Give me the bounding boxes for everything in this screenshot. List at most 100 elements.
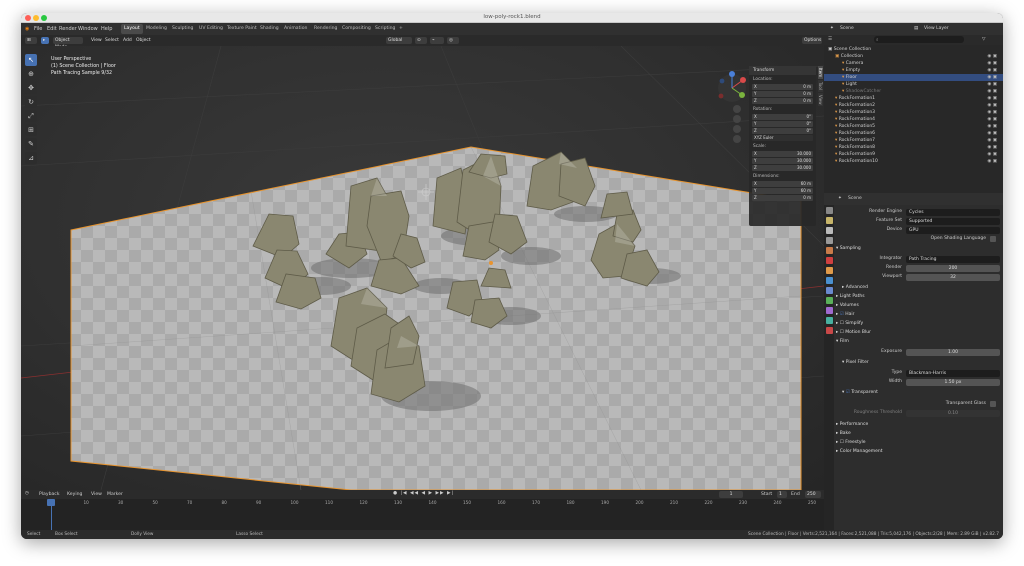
scale-z-field[interactable]: Z 30.000: [752, 165, 813, 171]
transparent-subpanel-header[interactable]: ▾ ☑ Transparent: [842, 389, 1003, 397]
header-menu-select[interactable]: Select: [103, 37, 121, 44]
rotation-z-field[interactable]: Z 0°: [752, 128, 813, 134]
color-management-panel-header[interactable]: ▸ Color Management: [836, 448, 1001, 456]
outliner-item[interactable]: ▾ RockFormation1 ◉ ▣: [824, 95, 1003, 102]
mode-dropdown[interactable]: Object Mode: [53, 37, 83, 50]
view-layer-tab-icon[interactable]: [825, 237, 833, 244]
end-frame-field[interactable]: 250: [805, 491, 821, 498]
particles-tab-icon[interactable]: [825, 287, 833, 294]
display-mode-icon[interactable]: ☰: [828, 37, 832, 42]
outliner-item[interactable]: ▾ RockFormation6 ◉ ▣: [824, 130, 1003, 137]
outliner-item-scene-collection[interactable]: ▣ Scene Collection: [824, 46, 1003, 53]
simplify-checkbox[interactable]: ☐: [840, 321, 844, 326]
dimensions-y-field[interactable]: Y 60 m: [752, 188, 813, 194]
timeline-menu-view[interactable]: View: [91, 492, 102, 497]
transparent-glass-checkbox[interactable]: [990, 401, 996, 407]
viewport-nav-buttons[interactable]: [733, 105, 741, 143]
move-tool-icon[interactable]: ✥: [25, 82, 37, 94]
editor-type-icon[interactable]: ⊞: [25, 37, 37, 44]
dimensions-x-field[interactable]: X 60 m: [752, 181, 813, 187]
transform-tool-icon[interactable]: ⊞: [25, 124, 37, 136]
menu-window[interactable]: Window: [78, 26, 98, 32]
menu-help[interactable]: Help: [101, 26, 112, 32]
transform-orientation-dropdown[interactable]: Global: [386, 37, 412, 44]
start-frame-field[interactable]: 1: [777, 491, 787, 498]
navigation-gizmo[interactable]: [718, 71, 746, 102]
bake-panel-header[interactable]: ▸ Bake: [836, 430, 1001, 438]
data-tab-icon[interactable]: [825, 317, 833, 324]
outliner-item[interactable]: ▾ Empty ◉ ▣: [824, 67, 1003, 74]
sidebar-tab-view[interactable]: View: [818, 92, 823, 107]
outliner-item[interactable]: ▾ Camera ◉ ▣: [824, 60, 1003, 67]
feature-set-dropdown[interactable]: Supported: [906, 217, 1000, 225]
light-paths-panel-header[interactable]: ▸ Light Paths: [836, 293, 1001, 301]
outliner-item[interactable]: ▾ RockFormation9 ◉ ▣: [824, 151, 1003, 158]
filter-icon[interactable]: ▽: [982, 37, 985, 42]
pixel-filter-subpanel-header[interactable]: ▾ Pixel Filter: [842, 359, 1003, 367]
timeline-editor-icon[interactable]: ◷: [25, 491, 29, 496]
constraints-tab-icon[interactable]: [825, 307, 833, 314]
snap-icon[interactable]: ⌁: [430, 37, 444, 44]
menu-edit[interactable]: Edit: [47, 26, 57, 32]
outliner-item[interactable]: ▾ Light ◉ ▣: [824, 81, 1003, 88]
sidebar-tab-item[interactable]: Item: [818, 66, 823, 80]
outliner-item[interactable]: ▾ RockFormation7 ◉ ▣: [824, 137, 1003, 144]
material-tab-icon[interactable]: [825, 327, 833, 334]
roughness-threshold-field[interactable]: 0.10: [906, 409, 1000, 417]
timeline-menu-keying[interactable]: Keying: [67, 492, 82, 497]
header-menu-add[interactable]: Add: [121, 37, 134, 44]
workspace-tab-animation[interactable]: Animation: [281, 24, 310, 34]
workspace-tab-layout[interactable]: Layout: [121, 24, 143, 34]
rotation-y-field[interactable]: Y 0°: [752, 121, 813, 127]
viewport-samples-field[interactable]: 32: [906, 273, 1000, 281]
cursor-tool-icon[interactable]: ⊕: [25, 68, 37, 80]
render-engine-dropdown[interactable]: Cycles: [906, 208, 1000, 216]
header-menu-object[interactable]: Object: [134, 37, 153, 44]
visibility-icon[interactable]: ◉ ▣: [987, 158, 997, 165]
view-layer-selector[interactable]: View Layer: [924, 26, 949, 31]
outliner-item[interactable]: ▾ RockFormation5 ◉ ▣: [824, 123, 1003, 130]
freestyle-checkbox[interactable]: ☐: [840, 440, 844, 445]
workspace-tab-compositing[interactable]: Compositing: [339, 24, 374, 34]
outliner-item[interactable]: ▾ RockFormation10 ◉ ▣: [824, 158, 1003, 165]
workspace-tab-shading[interactable]: Shading: [257, 24, 282, 34]
scene-tab-icon[interactable]: [825, 247, 833, 254]
menu-file[interactable]: File: [34, 26, 42, 32]
simplify-panel-header[interactable]: ▸ ☐ Simplify: [836, 320, 1001, 328]
scale-x-field[interactable]: X 30.000: [752, 151, 813, 157]
visibility-icon[interactable]: ◉ ▣: [987, 74, 997, 81]
rotate-tool-icon[interactable]: ↻: [25, 96, 37, 108]
pivot-icon[interactable]: ⊙: [415, 37, 427, 44]
workspace-tab-scripting[interactable]: Scripting: [372, 24, 398, 34]
hair-checkbox[interactable]: ☑: [840, 312, 844, 317]
outliner-item[interactable]: ▾ RockFormation2 ◉ ▣: [824, 102, 1003, 109]
timeline-menu-marker[interactable]: Marker: [107, 492, 123, 497]
sampling-panel-header[interactable]: ▾ Sampling: [836, 245, 1001, 253]
exposure-field[interactable]: 1.00: [906, 348, 1000, 356]
menu-render[interactable]: Render: [59, 26, 77, 32]
workspace-tab-modeling[interactable]: Modeling: [143, 24, 170, 34]
transparent-glass-row[interactable]: Transparent Glass: [836, 400, 1001, 408]
scale-y-field[interactable]: Y 30.000: [752, 158, 813, 164]
frame-ruler[interactable]: 1103050708090100110120130140150160170180…: [21, 499, 824, 507]
sidebar-tab-tool[interactable]: Tool: [818, 80, 823, 92]
hair-panel-header[interactable]: ▸ ☑ Hair: [836, 311, 1001, 319]
outliner-search-input[interactable]: [874, 36, 964, 43]
motion-blur-checkbox[interactable]: ☐: [840, 330, 844, 335]
outliner-item[interactable]: ▾ RockFormation3 ◉ ▣: [824, 109, 1003, 116]
visibility-icon[interactable]: ◉ ▣: [987, 88, 997, 95]
physics-tab-icon[interactable]: [825, 297, 833, 304]
workspace-tab-texture-paint[interactable]: Texture Paint: [224, 24, 260, 34]
visibility-icon[interactable]: ◉ ▣: [987, 151, 997, 158]
select-mode-icon[interactable]: ▸: [41, 37, 49, 44]
blender-logo-icon[interactable]: ◉: [25, 26, 29, 32]
integrator-dropdown[interactable]: Path Tracing: [906, 255, 1000, 263]
dimensions-z-field[interactable]: Z0 m: [752, 195, 813, 201]
scene-selector[interactable]: Scene: [840, 26, 854, 31]
visibility-icon[interactable]: ◉ ▣: [987, 144, 997, 151]
outliner-item[interactable]: ▣ Collection ◉ ▣: [824, 53, 1003, 60]
visibility-icon[interactable]: ◉ ▣: [987, 95, 997, 102]
rotation-x-field[interactable]: X 0°: [752, 114, 813, 120]
freestyle-panel-header[interactable]: ▸ ☐ Freestyle: [836, 439, 1001, 447]
3d-viewport[interactable]: ↖ ⊕ ✥ ↻ ⤢ ⊞ ✎ ⊿ User Perspective (1) Sce…: [21, 46, 824, 490]
